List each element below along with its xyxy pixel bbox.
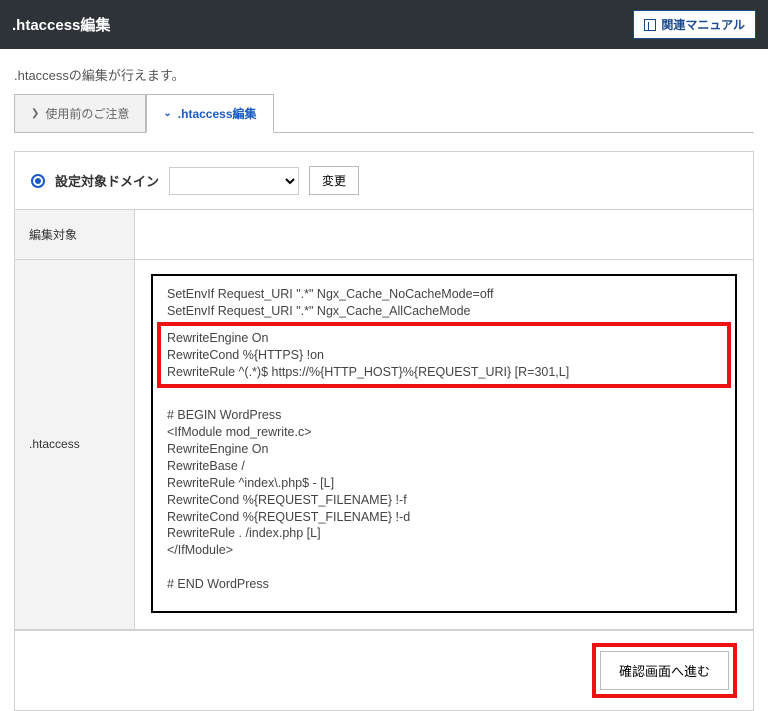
related-manual-button[interactable]: 関連マニュアル [633, 10, 756, 39]
htaccess-textarea[interactable]: SetEnvIf Request_URI ".*" Ngx_Cache_NoCa… [151, 274, 737, 613]
domain-radio[interactable] [31, 174, 45, 188]
confirm-highlight: 確認画面へ進む [592, 643, 737, 698]
panel-footer: 確認画面へ進む [15, 630, 753, 710]
edit-target-label: 編集対象 [15, 210, 135, 260]
edit-target-value [135, 210, 753, 260]
chevron-down-icon: ⌄ [163, 108, 171, 119]
main-panel: 設定対象ドメイン 変更 編集対象 .htaccess SetEnvIf Requ… [14, 151, 754, 711]
tab-htaccess-edit[interactable]: ⌄ .htaccess編集 [146, 94, 273, 133]
related-manual-label: 関連マニュアル [661, 16, 745, 33]
page-title: .htaccess編集 [12, 14, 110, 35]
tab-notice-label: 使用前のご注意 [45, 105, 129, 122]
htaccess-label: .htaccess [15, 260, 135, 630]
chevron-right-icon: ❯ [31, 108, 39, 119]
confirm-button[interactable]: 確認画面へ進む [600, 651, 729, 690]
code-block-top: SetEnvIf Request_URI ".*" Ngx_Cache_NoCa… [167, 287, 494, 318]
tab-edit-label: .htaccess編集 [178, 105, 257, 122]
change-domain-button[interactable]: 変更 [309, 166, 359, 195]
code-block-highlight: RewriteEngine On RewriteCond %{HTTPS} !o… [161, 326, 727, 385]
code-block-bottom: # BEGIN WordPress <IfModule mod_rewrite.… [167, 408, 410, 591]
tab-notice[interactable]: ❯ 使用前のご注意 [14, 94, 146, 132]
form-table: 編集対象 .htaccess SetEnvIf Request_URI ".*"… [15, 210, 753, 630]
page-header: .htaccess編集 関連マニュアル [0, 0, 768, 49]
htaccess-editor-cell: SetEnvIf Request_URI ".*" Ngx_Cache_NoCa… [135, 260, 753, 630]
book-icon [644, 19, 656, 31]
domain-select[interactable] [169, 167, 299, 195]
page-description: .htaccessの編集が行えます。 [0, 49, 768, 94]
domain-row: 設定対象ドメイン 変更 [15, 152, 753, 210]
domain-label: 設定対象ドメイン [55, 171, 159, 190]
tab-bar: ❯ 使用前のご注意 ⌄ .htaccess編集 [14, 94, 754, 133]
